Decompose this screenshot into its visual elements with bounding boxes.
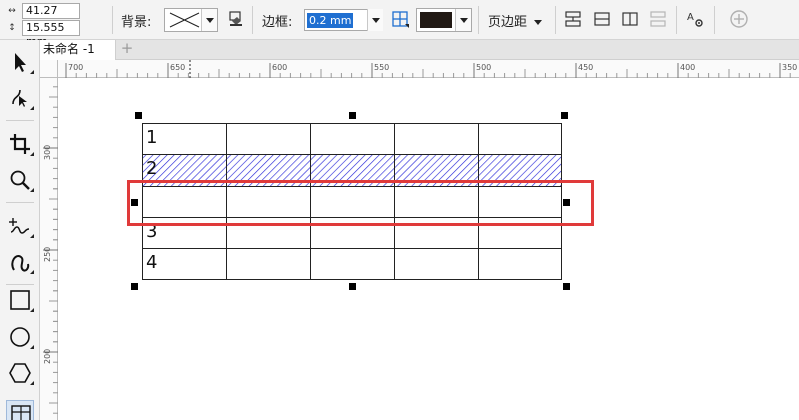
highlight-box bbox=[127, 180, 594, 226]
page-margin-button[interactable]: 页边距 bbox=[488, 11, 543, 30]
svg-text:A: A bbox=[687, 12, 694, 23]
border-width-dropdown[interactable] bbox=[365, 9, 383, 31]
ruler-origin[interactable] bbox=[40, 60, 58, 78]
horizontal-ruler-ticks: 700 650 600 550 500 450 400 350 bbox=[65, 60, 797, 78]
freehand-tool[interactable] bbox=[6, 212, 34, 240]
horizontal-ruler[interactable]: 700 650 600 550 500 450 400 350 bbox=[58, 60, 799, 78]
rectangle-tool[interactable] bbox=[6, 286, 34, 314]
table-cell-text[interactable]: 1 bbox=[146, 127, 157, 148]
selection-handle[interactable] bbox=[135, 112, 142, 119]
table-cell-text[interactable]: 4 bbox=[146, 252, 157, 273]
split-horizontal-icon[interactable] bbox=[592, 9, 612, 29]
artistic-media-tool[interactable] bbox=[6, 248, 34, 276]
background-fill-dropdown[interactable] bbox=[164, 8, 218, 32]
ruler-tick-label: 350 bbox=[782, 63, 797, 72]
border-color-swatch bbox=[420, 12, 452, 28]
border-color-dropdown[interactable] bbox=[416, 8, 472, 32]
ellipse-tool[interactable] bbox=[6, 323, 34, 351]
ruler-tick-label: 450 bbox=[578, 63, 593, 72]
selection-handle[interactable] bbox=[563, 199, 570, 206]
table-icon bbox=[11, 405, 31, 420]
border-width-value: 0.2 mm bbox=[307, 13, 354, 28]
vertical-ruler[interactable]: 300 250 200 bbox=[40, 78, 58, 420]
width-icon: ↔ bbox=[8, 6, 16, 16]
ruler-tick-label: 400 bbox=[680, 63, 695, 72]
page-margin-label: 页边距 bbox=[488, 15, 528, 30]
selection-handle[interactable] bbox=[349, 283, 356, 290]
ruler-tick-label: 700 bbox=[68, 63, 83, 72]
crop-tool[interactable] bbox=[6, 130, 34, 158]
chevron-down-icon bbox=[534, 20, 543, 25]
border-width-field[interactable]: 0.2 mm bbox=[304, 9, 383, 31]
height-icon: ↕ bbox=[8, 23, 16, 33]
ruler-tick-label: 300 bbox=[43, 145, 52, 160]
polygon-tool[interactable] bbox=[6, 359, 34, 387]
zoom-tool[interactable] bbox=[6, 166, 34, 194]
unmerge-cells-icon bbox=[650, 11, 666, 27]
width-row: ↔ 41.27 mm bbox=[4, 3, 80, 31]
ruler-tick-label: 550 bbox=[374, 63, 389, 72]
chevron-down-icon bbox=[201, 9, 217, 31]
vertical-ruler-ticks: 300 250 200 bbox=[43, 86, 58, 414]
no-fill-icon bbox=[169, 12, 200, 28]
text-settings-icon[interactable]: A bbox=[685, 9, 705, 29]
selection-handle[interactable] bbox=[563, 283, 570, 290]
chevron-down-icon bbox=[367, 9, 383, 31]
drawing-canvas[interactable]: 1234 bbox=[58, 78, 799, 420]
separator bbox=[478, 6, 479, 34]
edit-fill-icon[interactable] bbox=[226, 9, 246, 29]
merge-cells-icon[interactable] bbox=[563, 9, 583, 29]
ruler-tick-label: 250 bbox=[43, 247, 52, 262]
selection-handle[interactable] bbox=[561, 112, 568, 119]
separator bbox=[555, 6, 556, 34]
add-document-icon[interactable]: + bbox=[119, 41, 135, 57]
toolbox bbox=[0, 40, 40, 420]
separator bbox=[714, 6, 715, 34]
separator bbox=[112, 6, 113, 34]
background-label: 背景: bbox=[121, 15, 152, 30]
height-field[interactable]: 15.555 mm bbox=[22, 20, 80, 48]
separator bbox=[676, 6, 677, 34]
document-tab[interactable]: 未命名 -1 bbox=[40, 40, 116, 60]
chevron-down-icon bbox=[455, 9, 471, 31]
border-label: 边框: bbox=[262, 15, 293, 30]
ruler-tick-label: 200 bbox=[43, 349, 52, 364]
border-select-icon[interactable] bbox=[390, 9, 410, 29]
width-field[interactable]: 41.27 mm bbox=[22, 3, 80, 31]
height-row: ↕ 15.555 mm bbox=[4, 20, 80, 48]
table-tool[interactable] bbox=[6, 400, 34, 420]
table-cell-text[interactable]: 2 bbox=[146, 158, 157, 179]
split-vertical-icon[interactable] bbox=[620, 9, 640, 29]
add-icon bbox=[730, 10, 748, 28]
selection-handle[interactable] bbox=[349, 112, 356, 119]
ruler-tick-label: 500 bbox=[476, 63, 491, 72]
ruler-tick-label: 650 bbox=[170, 63, 185, 72]
selection-handle[interactable] bbox=[131, 199, 138, 206]
pick-tool[interactable] bbox=[6, 48, 34, 76]
document-tab-bar: 未命名 -1 + bbox=[40, 40, 799, 60]
property-bar: ↔ 41.27 mm ↕ 15.555 mm 背景: 边框: 0.2 mm bbox=[0, 0, 799, 48]
selection-handle[interactable] bbox=[131, 283, 138, 290]
object-size-group: ↔ 41.27 mm ↕ 15.555 mm bbox=[4, 3, 80, 48]
app-window: ↔ 41.27 mm ↕ 15.555 mm 背景: 边框: 0.2 mm bbox=[0, 0, 799, 420]
shape-tool[interactable] bbox=[6, 84, 34, 112]
ruler-tick-label: 600 bbox=[272, 63, 287, 72]
separator bbox=[252, 6, 253, 34]
